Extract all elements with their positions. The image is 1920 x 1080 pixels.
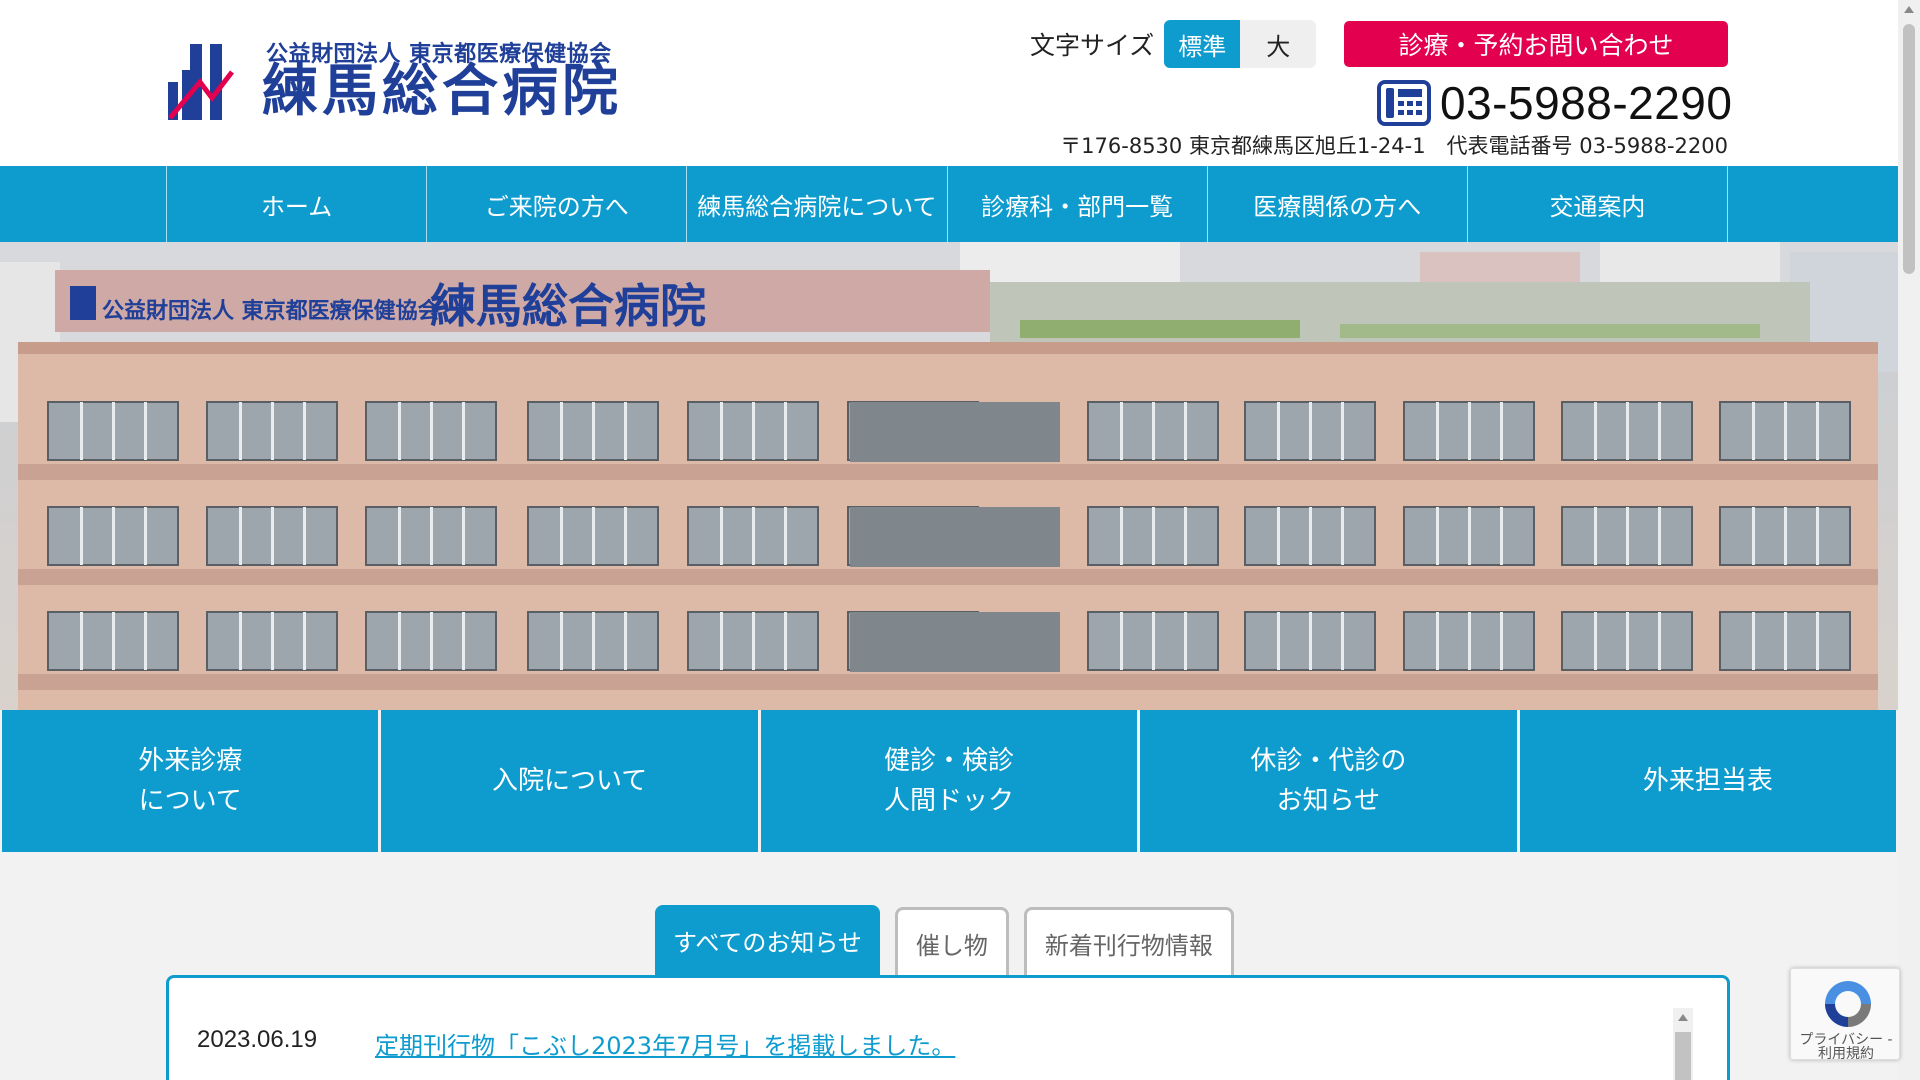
hero-hospital-photo: 公益財団法人 東京都医療保健協会 練馬総合病院 — [0, 242, 1898, 710]
quick-link-outpatient[interactable]: 外来診療 について — [2, 710, 379, 852]
logo-mark-icon — [168, 44, 234, 120]
quick-link-closure-notice[interactable]: 休診・代診の お知らせ — [1140, 710, 1517, 852]
news-item: 2023.06.19 定期刊行物「こぶし2023年7月号」を掲載しました。 — [197, 1026, 1667, 1080]
hospital-logo[interactable]: 公益財団法人 東京都医療保健協会 練馬総合病院 — [166, 36, 618, 124]
quick-link-closure-line2: お知らせ — [1276, 786, 1381, 816]
quick-link-schedule-line1: 外来担当表 — [1642, 766, 1773, 796]
quick-link-outpatient-line2: について — [138, 786, 242, 816]
recaptcha-badge[interactable]: プライバシー - 利用規約 — [1790, 968, 1900, 1061]
tab-all-news[interactable]: すべてのお知らせ — [655, 905, 880, 976]
nav-item-medical-professionals[interactable]: 医療関係の方へ — [1208, 166, 1468, 242]
hospital-address: 〒176-8530 東京都練馬区旭丘1-24-1 代表電話番号 03-5988-… — [1060, 134, 1728, 158]
quick-link-checkup-line2: 人間ドック — [884, 786, 1015, 816]
nav-item-visitors[interactable]: ご来院の方へ — [427, 166, 688, 242]
telephone-icon — [1377, 80, 1431, 126]
quick-link-checkup[interactable]: 健診・検診人間ドック — [760, 710, 1138, 852]
phone-number[interactable]: 03-5988-2290 — [1440, 76, 1732, 130]
font-size-switcher: 文字サイズ 標準 大 — [1030, 20, 1317, 68]
news-date: 2023.06.19 — [197, 1026, 318, 1053]
hero-sign-main: 練馬総合病院 — [430, 279, 706, 333]
news-panel: 2023.06.19 定期刊行物「こぶし2023年7月号」を掲載しました。 — [166, 975, 1730, 1080]
font-size-label: 文字サイズ — [1030, 31, 1155, 60]
quick-links: 外来診療について 入院について 健診・検診人間ドック 休診・代診の お知らせ 外来… — [2, 710, 1897, 852]
global-nav-list: ホーム ご来院の方へ 練馬総合病院について 診療科・部門一覧 医療関係の方へ 交… — [166, 166, 1729, 242]
recaptcha-text[interactable]: プライバシー - 利用規約 — [1793, 1033, 1899, 1061]
scroll-up-arrow-icon[interactable] — [1678, 1014, 1688, 1021]
news-scrollbar-thumb[interactable] — [1675, 1032, 1691, 1080]
quick-link-checkup-line1: 健診・検診 — [884, 746, 1015, 776]
hospital-building-illustration: 公益財団法人 東京都医療保健協会 練馬総合病院 — [0, 242, 1898, 710]
contact-button[interactable]: 診療・予約お問い合わせ — [1344, 21, 1728, 67]
recaptcha-icon — [1825, 981, 1871, 1027]
nav-item-about[interactable]: 練馬総合病院について — [687, 166, 948, 242]
logo-main-text: 練馬総合病院 — [262, 59, 622, 124]
page-scrollbar[interactable] — [1898, 0, 1920, 1080]
quick-link-outpatient-schedule[interactable]: 外来担当表 — [1519, 710, 1897, 852]
global-nav: ホーム ご来院の方へ 練馬総合病院について 診療科・部門一覧 医療関係の方へ 交… — [0, 166, 1898, 242]
hero-sign-sub: 公益財団法人 東京都医療保健協会 — [102, 298, 440, 324]
quick-link-inpatient-line1: 入院について — [491, 766, 648, 796]
news-title-link[interactable]: 定期刊行物「こぶし2023年7月号」を掲載しました。 — [375, 1026, 955, 1061]
scroll-up-arrow-icon[interactable] — [1904, 6, 1914, 13]
quick-link-closure-line1: 休診・代診の — [1250, 746, 1407, 776]
site-header: 公益財団法人 東京都医療保健協会 練馬総合病院 文字サイズ 標準 大 診療・予約… — [0, 0, 1898, 166]
tab-publications[interactable]: 新着刊行物情報 — [1023, 907, 1234, 976]
quick-link-outpatient-line1: 外来診療 — [138, 746, 243, 776]
building-windows — [18, 401, 1878, 690]
quick-link-inpatient[interactable]: 入院について — [381, 710, 758, 852]
phone-contact: 03-5988-2290 — [1376, 74, 1732, 132]
page-scrollbar-thumb[interactable] — [1903, 24, 1915, 274]
nav-item-home[interactable]: ホーム — [167, 166, 428, 242]
news-tabs: すべてのお知らせ 催し物 新着刊行物情報 — [655, 905, 1234, 976]
news-scrollbar[interactable] — [1673, 1008, 1693, 1080]
tab-events[interactable]: 催し物 — [894, 907, 1009, 976]
nav-item-access[interactable]: 交通案内 — [1468, 166, 1729, 242]
nav-item-departments[interactable]: 診療科・部門一覧 — [948, 166, 1208, 242]
font-size-standard-button[interactable]: 標準 — [1164, 20, 1241, 68]
font-size-large-button[interactable]: 大 — [1240, 20, 1317, 68]
